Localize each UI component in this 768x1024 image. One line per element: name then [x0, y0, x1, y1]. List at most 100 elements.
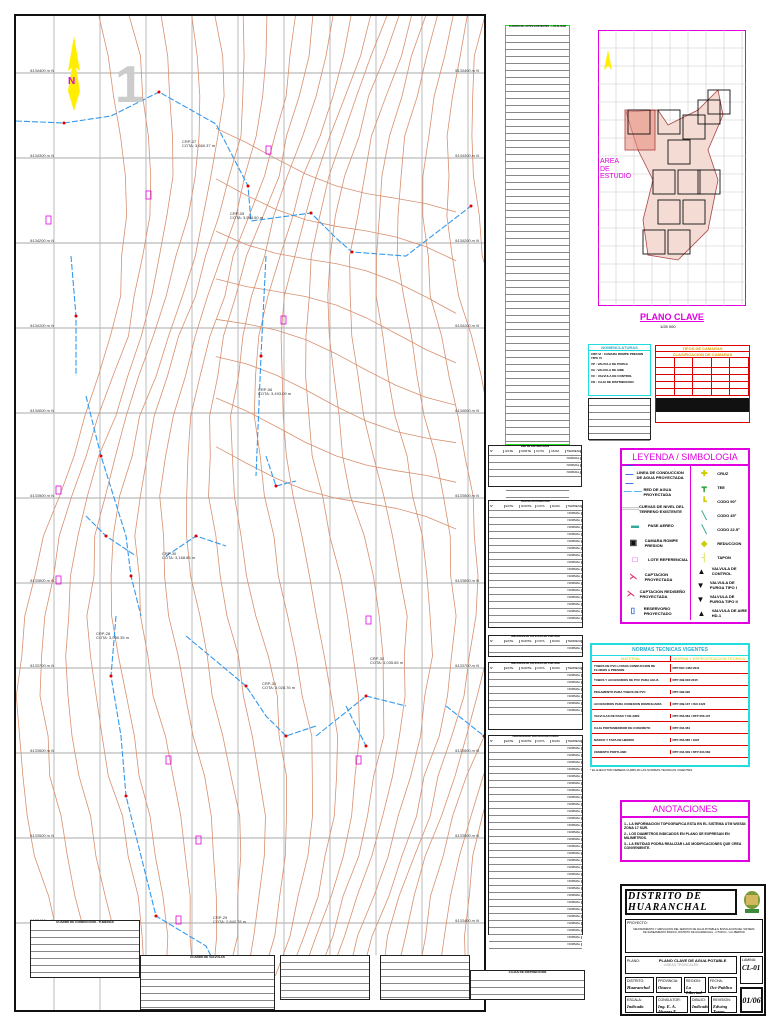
legend-symbol-icon: ▼ [696, 580, 705, 590]
column-header: COTA [536, 667, 551, 670]
terrain-status: NORMAL [567, 768, 582, 771]
table-row: NORMAL [489, 588, 582, 595]
table-row [281, 956, 369, 963]
legend-symbol-icon: ▲ [697, 608, 706, 618]
column-header: TERRENO [567, 740, 582, 743]
table-row [141, 980, 274, 987]
northing-label: 9133700 m N [30, 663, 55, 668]
table-header-row: N° ESTE NORTE COTA DIAM. TERRENO [489, 504, 582, 511]
column-header: N° [489, 640, 505, 643]
terrain-status: NORMAL [567, 610, 582, 613]
table-row [656, 358, 749, 368]
legend-item: ▯ RESERVORIO PROYECTADO [622, 602, 690, 619]
column-header: N° [489, 667, 505, 670]
fecha-value: Oct-Publico [710, 985, 733, 990]
table-row: NORMAL [489, 788, 582, 795]
northing-label: 9133800 m N [455, 578, 480, 583]
reference-lot [55, 485, 62, 495]
crp-label-crp06: CRP-06 COTA: 3,493.09 m [258, 387, 291, 397]
study-area-label: AREA DE ESTUDIO [600, 158, 632, 181]
terrain-status: NORMAL [567, 589, 582, 592]
table-row [506, 183, 569, 190]
norm-spec: NTP 334.009 / NTP 334.082 [672, 749, 711, 754]
contour-line [215, 397, 457, 483]
table-row [506, 64, 569, 71]
northing-label: 9134000 m N [455, 408, 480, 413]
legend-symbol-icon: ▯ [630, 606, 636, 615]
table-row [506, 148, 569, 155]
legend-title: LEYENDA / SIMBOLOGIA [622, 450, 748, 466]
legend-label: VALVULA DE PURGA TIPO I [709, 580, 737, 590]
contour-line [110, 16, 225, 977]
terrain-status: NORMAL [567, 789, 582, 792]
table-row: NORMAL [489, 872, 582, 879]
table-row [31, 931, 139, 938]
pipe-node [124, 794, 128, 798]
legend-label: VALVULA DE CONTROL [711, 566, 737, 576]
terrain-status: NORMAL [567, 922, 582, 925]
table-row: NORMAL [489, 470, 581, 477]
nomenclature-box: NOMENCLATURAS CRP-VI : CAMARA ROMPE PRES… [588, 344, 651, 396]
table-row: NORMAL [489, 687, 582, 694]
terrain-status: NORMAL [567, 582, 582, 585]
terrain-status: NORMAL [567, 647, 582, 650]
table-row [506, 491, 569, 498]
contour-line [134, 16, 245, 977]
northing-label: 9133600 m N [30, 748, 55, 753]
terrain-status: NORMAL [567, 817, 582, 820]
legend-item: ┳ TEE [691, 480, 748, 494]
legend-item: ┤ TAPON [691, 550, 748, 564]
contour-line [215, 127, 457, 213]
table-row [589, 406, 650, 413]
table-row [506, 295, 569, 302]
key-map-scale: 1/25 000 [660, 324, 676, 329]
terrain-status: NORMAL [567, 540, 582, 543]
norms-title: NORMAS TECNICAS VIGENTES [592, 645, 748, 656]
legend-item: ▼ VALVULA DE PURGA TIPO II [691, 592, 748, 606]
table-row: NORMAL [489, 767, 582, 774]
table-row [381, 956, 469, 963]
table-row [656, 368, 749, 375]
table-row [281, 977, 369, 984]
table-row [506, 316, 569, 323]
table-row: NORMAL [489, 525, 582, 532]
table-row: NORMAL [489, 746, 582, 753]
column-header: COTA [535, 450, 551, 453]
norm-spec: NTP 399.002:2015 [672, 677, 698, 682]
title-block: DISTRITO DE HUARANCHAL PROYECTO: MEJORAM… [620, 884, 766, 1016]
terrain-status: NORMAL [567, 852, 582, 855]
table-header-row: N° ESTE NORTE COTA DIAM. TERRENO [489, 739, 582, 746]
column-header: ESTE [505, 740, 520, 743]
water-pipeline [85, 515, 137, 557]
table-row [31, 938, 139, 945]
legend-item: ▲ VALVULA DE CONTROL [691, 564, 748, 578]
table-row: NORMAL [489, 942, 582, 949]
terrain-status: NORMAL [567, 936, 582, 939]
legend-symbol-icon: ┤ [701, 552, 708, 562]
terrain-status: NORMAL [567, 901, 582, 904]
legend-item: ▲ VALVULA DE AIRE HD-1 [691, 606, 748, 620]
sheet-number: 01/06 [742, 995, 761, 1005]
terrain-status: NORMAL [567, 617, 582, 620]
terrain-status: NORMAL [567, 709, 582, 712]
table-row [506, 281, 569, 288]
table-row: NORMAL [489, 774, 582, 781]
legend-label: VALVULA DE PURGA TIPO II [709, 594, 738, 604]
legend-symbol-icon: ╲ [701, 524, 707, 534]
crp-label-crp28: CRP-28 COTA: 3,090.35 m [96, 631, 129, 641]
norms-col-material: MATERIAL [592, 656, 671, 661]
terrain-status: NORMAL [567, 845, 582, 848]
district-title: DISTRITO DE HUARANCHAL [628, 891, 708, 913]
norm-spec: NTP 399.137 / ISO 4422 [672, 701, 706, 706]
table-row [506, 288, 569, 295]
northing-label: 9134200 m N [30, 238, 55, 243]
table-row: NORMAL [489, 823, 582, 830]
table-row: NORMAL [489, 914, 582, 921]
annotation-item: 2.- LOS DIAMETROS INDICADOS EN PLANO SE … [624, 832, 730, 840]
column-header: TERRENO [567, 640, 582, 643]
table-row: NORMAL [489, 574, 582, 581]
contour-line [39, 16, 152, 977]
water-pipeline [16, 91, 472, 257]
table-row: NORMAL [489, 646, 582, 653]
contour-line [215, 356, 457, 444]
